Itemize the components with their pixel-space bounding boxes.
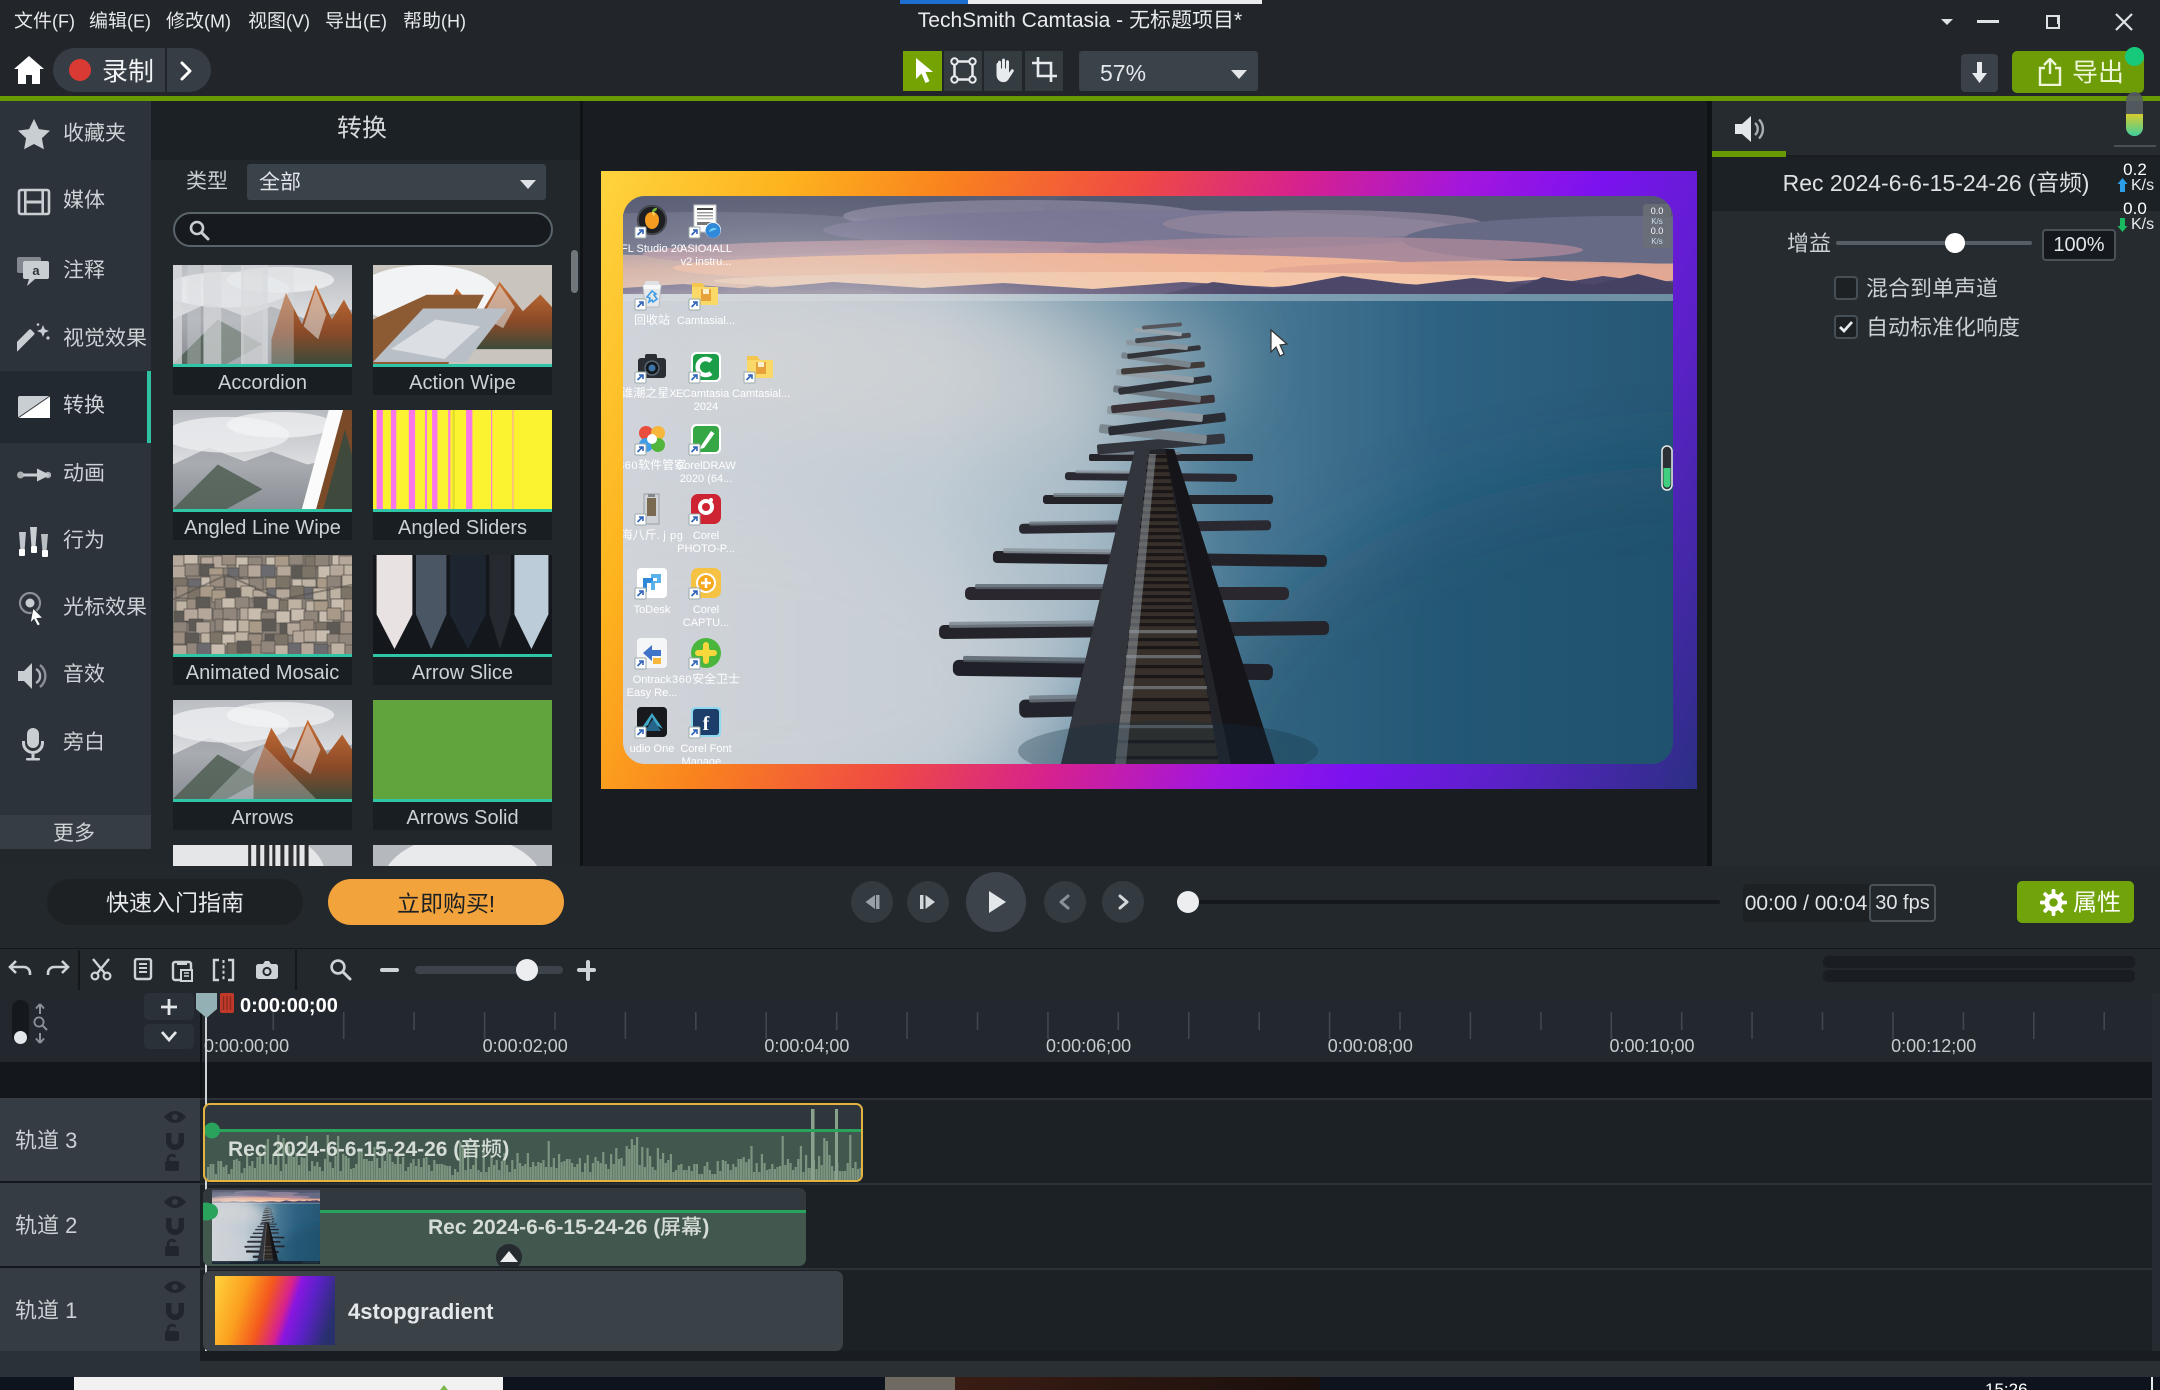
svg-text:0:00:08;00: 0:00:08;00: [1328, 1036, 1413, 1056]
svg-text:0:00:10;00: 0:00:10;00: [1609, 1036, 1694, 1056]
svg-text:0:00:12;00: 0:00:12;00: [1891, 1036, 1976, 1056]
svg-text:0:00:02;00: 0:00:02;00: [483, 1036, 568, 1056]
svg-text:0:00:06;00: 0:00:06;00: [1046, 1036, 1131, 1056]
svg-text:0:00:04;00: 0:00:04;00: [764, 1036, 849, 1056]
svg-text:0:00:00;00: 0:00:00;00: [204, 1036, 289, 1056]
